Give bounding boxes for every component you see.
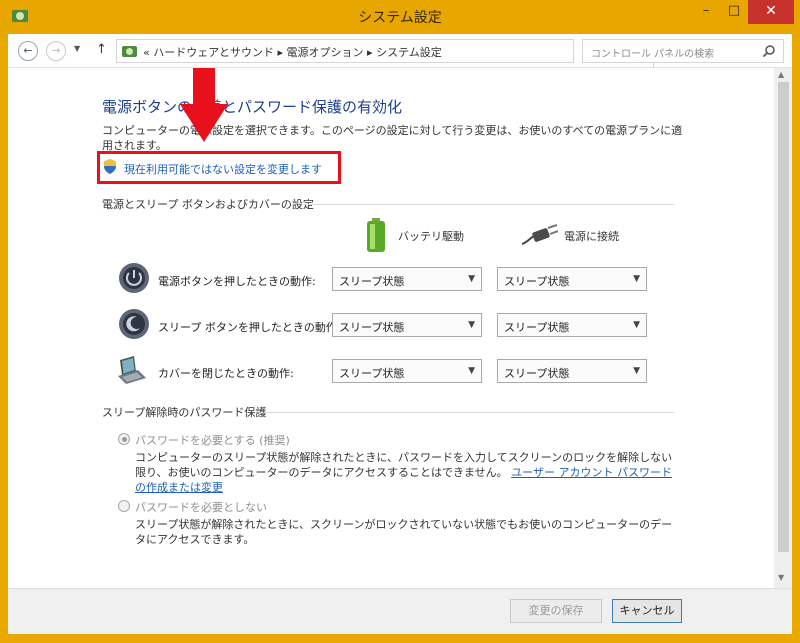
chevron-down-icon: ▼	[468, 274, 475, 284]
scroll-down-icon[interactable]: ▼	[778, 573, 784, 582]
search-placeholder: コントロール パネルの検索	[591, 49, 715, 60]
laptop-lid-icon	[118, 356, 146, 384]
require-password-radio[interactable]	[118, 433, 130, 445]
power-button-battery-select[interactable]: スリープ状態 ▼	[332, 267, 482, 291]
select-value: スリープ状態	[339, 367, 405, 380]
chevron-down-icon: ▼	[633, 274, 640, 284]
up-button[interactable]: ↑	[96, 42, 107, 57]
breadcrumb[interactable]: « ハードウェアとサウンド ▸ 電源オプション ▸ システム設定 ▼ ↻	[116, 39, 674, 69]
section-divider	[264, 412, 674, 413]
radio-selected-dot	[122, 437, 127, 442]
sleep-button-battery-select[interactable]: スリープ状態 ▼	[332, 313, 482, 337]
require-password-label: パスワードを必要とする (推奨)	[135, 434, 290, 447]
lid-close-battery-select[interactable]: スリープ状態 ▼	[332, 359, 482, 383]
chevron-down-icon: ▼	[468, 320, 475, 330]
close-button[interactable]: ✕	[748, 0, 794, 24]
no-password-label: パスワードを必要としない	[135, 501, 267, 514]
save-changes-button[interactable]: 変更の保存	[510, 599, 602, 623]
recent-pages-dropdown-icon[interactable]: ▼	[74, 44, 80, 53]
plugged-column-header: 電源に接続	[564, 230, 619, 243]
require-password-description: コンピューターのスリープ状態が解除されたときに、パスワードを入力してスクリーンの…	[135, 450, 675, 495]
lid-close-plugged-select[interactable]: スリープ状態 ▼	[497, 359, 647, 383]
buttons-section-label: 電源とスリープ ボタンおよびカバーの設定	[102, 198, 314, 211]
breadcrumb-separator[interactable]: ▸	[367, 46, 373, 59]
search-input[interactable]: コントロール パネルの検索	[582, 39, 784, 63]
power-button-plugged-select[interactable]: スリープ状態 ▼	[497, 267, 647, 291]
scroll-thumb[interactable]	[778, 82, 789, 552]
select-value: スリープ状態	[339, 321, 405, 334]
address-bar: ← → ▼ ↑ « ハードウェアとサウンド ▸ 電源オプション ▸ システム設定…	[8, 34, 792, 69]
select-value: スリープ状態	[504, 275, 570, 288]
forward-button[interactable]: →	[46, 41, 66, 61]
power-button-icon	[119, 263, 149, 293]
power-button-action-label: 電源ボタンを押したときの動作:	[158, 275, 316, 288]
password-section-label: スリープ解除時のパスワード保護	[102, 406, 267, 419]
select-value: スリープ状態	[339, 275, 405, 288]
minimize-button[interactable]: –	[693, 0, 719, 24]
scroll-up-icon[interactable]: ▲	[778, 70, 784, 79]
breadcrumb-path: « ハードウェアとサウンド ▸ 電源オプション ▸ システム設定	[143, 44, 442, 60]
power-plug-icon	[522, 224, 558, 245]
section-divider	[304, 204, 674, 205]
breadcrumb-item-hardware-sound[interactable]: ハードウェアとサウンド	[153, 46, 274, 59]
battery-column-header: バッテリ駆動	[398, 230, 464, 243]
battery-icon	[367, 218, 385, 252]
page-title: 電源ボタンの定義とパスワード保護の有効化	[102, 98, 403, 116]
content-pane: 電源ボタンの定義とパスワード保護の有効化 コンピューターの電源設定を選択できます…	[8, 68, 792, 588]
chevron-down-icon: ▼	[633, 366, 640, 376]
breadcrumb-item-power-options[interactable]: 電源オプション	[287, 46, 364, 59]
breadcrumb-separator[interactable]: ▸	[278, 46, 284, 59]
window-title: システム設定	[358, 10, 442, 26]
breadcrumb-item-system-settings[interactable]: システム設定	[376, 46, 442, 59]
highlight-box	[97, 151, 341, 184]
footer-bar: 変更の保存 キャンセル	[8, 588, 792, 634]
chevron-down-icon: ▼	[633, 320, 640, 330]
cancel-button[interactable]: キャンセル	[612, 599, 682, 623]
back-button[interactable]: ←	[18, 41, 38, 61]
title-bar: システム設定 – □ ✕	[0, 0, 800, 34]
vertical-scrollbar[interactable]: ▲ ▼	[774, 68, 792, 588]
select-value: スリープ状態	[504, 367, 570, 380]
no-password-radio[interactable]	[118, 500, 130, 512]
sleep-button-icon	[119, 309, 149, 339]
window: システム設定 – □ ✕ ← → ▼ ↑ « ハードウェアとサウンド ▸ 電源オ…	[0, 0, 800, 643]
breadcrumb-prefix: «	[143, 46, 150, 59]
select-value: スリープ状態	[504, 321, 570, 334]
chevron-down-icon: ▼	[468, 366, 475, 376]
control-panel-icon	[122, 46, 137, 57]
no-password-description: スリープ状態が解除されたときに、スクリーンがロックされていない状態でもお使いのコ…	[135, 518, 673, 546]
search-icon[interactable]	[762, 44, 776, 58]
sleep-button-action-label: スリープ ボタンを押したときの動作:	[158, 321, 341, 334]
maximize-button[interactable]: □	[721, 0, 747, 24]
red-arrow-icon	[180, 68, 228, 142]
sleep-button-plugged-select[interactable]: スリープ状態 ▼	[497, 313, 647, 337]
lid-close-action-label: カバーを閉じたときの動作:	[158, 367, 294, 380]
